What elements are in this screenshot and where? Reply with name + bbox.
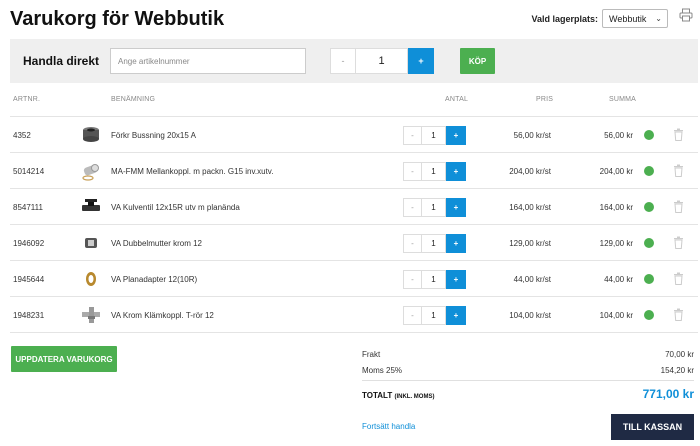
chevron-down-icon: ⌄ (655, 14, 662, 23)
trash-icon[interactable] (673, 128, 684, 141)
ball-valve-icon (80, 196, 102, 218)
stock-status-icon (644, 166, 654, 176)
update-cart-button[interactable]: UPPDATERA VARUKORG (11, 346, 117, 372)
total-value: 771,00 kr (642, 387, 694, 401)
article-number-input[interactable]: Ange artikelnummer (110, 48, 306, 74)
freight-value: 70,00 kr (665, 350, 694, 359)
double-nut-icon (80, 232, 102, 254)
qty-plus-button[interactable]: + (446, 306, 466, 325)
line-sum: 164,00 kr (599, 203, 633, 212)
qty-plus-button[interactable]: + (446, 234, 466, 253)
unit-price: 104,00 kr/st (509, 311, 551, 320)
line-sum: 204,00 kr (599, 167, 633, 176)
totals-divider (362, 380, 694, 381)
col-header-qty: ANTAL (445, 96, 469, 103)
buy-button[interactable]: KÖP (460, 48, 495, 74)
line-sum: 129,00 kr (599, 239, 633, 248)
table-row: 1946092 VA Dubbelmutter krom 12 -1 +129,00 … (10, 224, 698, 260)
unit-price: 129,00 kr/st (509, 239, 551, 248)
t-pipe-icon (80, 304, 102, 326)
qty-minus-button[interactable]: - (403, 234, 422, 253)
col-header-sum: SUMMA (609, 96, 637, 103)
qty-plus-button[interactable]: + (446, 162, 466, 181)
stock-status-icon (644, 238, 654, 248)
line-sum: 104,00 kr (599, 311, 633, 320)
qty-input[interactable]: 1 (422, 306, 446, 325)
qty-input[interactable]: 1 (422, 270, 446, 289)
qty-minus-button[interactable]: - (403, 198, 422, 217)
article-number: 1946092 (13, 239, 45, 248)
col-header-price: PRIS (536, 96, 554, 103)
qty-plus-button[interactable]: + (446, 198, 466, 217)
unit-price: 204,00 kr/st (509, 167, 551, 176)
qty-minus-button[interactable]: - (403, 162, 422, 181)
vat-value: 154,20 kr (660, 366, 694, 375)
qty-input[interactable]: 1 (422, 162, 446, 181)
unit-price: 44,00 kr/st (513, 275, 551, 284)
product-name[interactable]: VA Dubbelmutter krom 12 (111, 239, 202, 248)
product-name[interactable]: MA-FMM Mellankoppl. m packn. G15 inv.xut… (111, 167, 273, 176)
article-number: 1948231 (13, 311, 45, 320)
product-name[interactable]: VA Krom Klämkoppl. T-rör 12 (111, 311, 214, 320)
trash-icon[interactable] (673, 236, 684, 249)
trash-icon[interactable] (673, 200, 684, 213)
qty-minus-button[interactable]: - (403, 270, 422, 289)
store-label: Vald lagerplats: (531, 13, 598, 24)
article-number: 1945644 (13, 275, 45, 284)
quick-buy-bar: Handla direkt Ange artikelnummer - 1 + K… (10, 39, 698, 83)
product-name[interactable]: VA Kulventil 12x15R utv m planända (111, 203, 240, 212)
qty-input[interactable]: 1 (422, 234, 446, 253)
line-sum: 44,00 kr (604, 275, 633, 284)
total-label-sub: (INKL. MOMS) (394, 394, 435, 400)
table-row: 1945644 VA Planadapter 12(10R) -1 +44,00 kr… (10, 260, 698, 296)
quick-qty-minus-button[interactable]: - (330, 48, 356, 74)
quick-qty-plus-button[interactable]: + (408, 48, 434, 74)
table-row: 5014214 MA-FMM Mellankoppl. m packn. G15 … (10, 152, 698, 188)
quick-buy-label: Handla direkt (23, 54, 100, 68)
checkout-button[interactable]: TILL KASSAN (611, 414, 694, 440)
total-label-text: TOTALT (362, 391, 393, 400)
qty-minus-button[interactable]: - (403, 306, 422, 325)
freight-label: Frakt (362, 350, 381, 359)
stock-status-icon (644, 202, 654, 212)
article-number: 8547111 (13, 203, 43, 212)
qty-minus-button[interactable]: - (403, 126, 422, 145)
trash-icon[interactable] (673, 308, 684, 321)
col-header-name: BENÄMNING (111, 96, 156, 103)
table-row: 1948231 VA Krom Klämkoppl. T-rör 12 -1 +104… (10, 296, 698, 332)
table-row: 4352 Förkr Bussning 20x15 A -1 +56,00 kr/st… (10, 116, 698, 152)
store-select-value: Webbutik (609, 13, 647, 24)
line-sum: 56,00 kr (604, 131, 633, 140)
article-number: 4352 (13, 131, 31, 140)
total-label: TOTALT (INKL. MOMS) (362, 391, 434, 400)
vat-label: Moms 25% (362, 366, 403, 375)
coupling-icon (80, 160, 102, 182)
store-select[interactable]: Webbutik ⌄ (602, 9, 668, 28)
table-bottom-divider (10, 332, 698, 333)
adapter-icon (80, 268, 102, 290)
article-number: 5014214 (13, 167, 45, 176)
continue-shopping-link[interactable]: Fortsätt handla (362, 422, 415, 431)
stock-status-icon (644, 130, 654, 140)
print-icon[interactable] (679, 8, 693, 22)
product-name[interactable]: VA Planadapter 12(10R) (111, 275, 197, 284)
qty-plus-button[interactable]: + (446, 270, 466, 289)
trash-icon[interactable] (673, 164, 684, 177)
store-selector: Vald lagerplats: Webbutik ⌄ (531, 9, 668, 28)
qty-plus-button[interactable]: + (446, 126, 466, 145)
trash-icon[interactable] (673, 272, 684, 285)
product-name[interactable]: Förkr Bussning 20x15 A (111, 131, 196, 140)
bushing-icon (80, 124, 102, 146)
qty-input[interactable]: 1 (422, 198, 446, 217)
stock-status-icon (644, 310, 654, 320)
unit-price: 56,00 kr/st (513, 131, 551, 140)
unit-price: 164,00 kr/st (509, 203, 551, 212)
page-title: Varukorg för Webbutik (10, 8, 225, 30)
quick-qty-input[interactable]: 1 (356, 48, 408, 74)
qty-input[interactable]: 1 (422, 126, 446, 145)
stock-status-icon (644, 274, 654, 284)
table-row: 8547111 VA Kulventil 12x15R utv m planänd… (10, 188, 698, 224)
col-header-artnr: ARTNR. (13, 96, 41, 103)
